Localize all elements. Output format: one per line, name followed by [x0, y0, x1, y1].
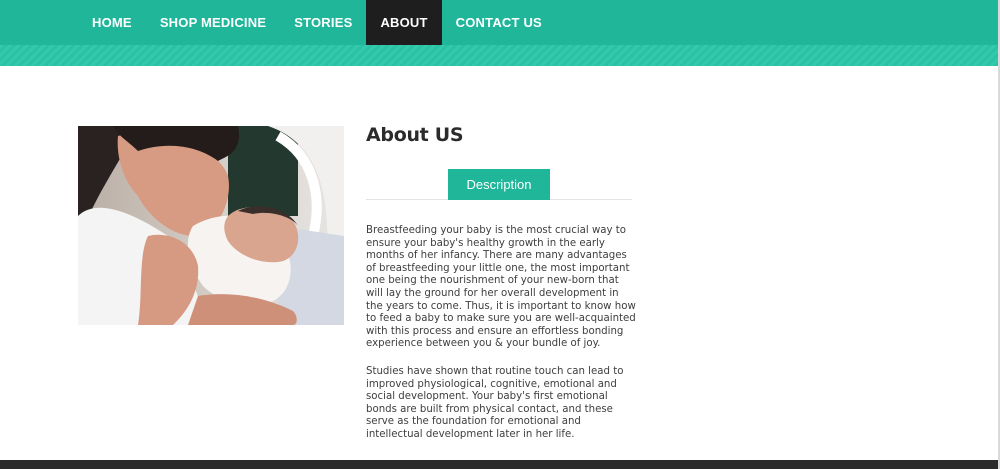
nav-about[interactable]: ABOUT	[366, 0, 442, 45]
header-stripe	[0, 45, 1000, 66]
page-title: About US	[366, 124, 464, 146]
nav-shop-medicine[interactable]: SHOP MEDICINE	[146, 0, 280, 45]
nav-home[interactable]: HOME	[78, 0, 146, 45]
description-paragraph-2: Studies have shown that routine touch ca…	[366, 366, 624, 440]
mother-baby-photo	[78, 126, 344, 325]
description-paragraph-1: Breastfeeding your baby is the most cruc…	[366, 225, 636, 350]
tab-description[interactable]: Description	[448, 169, 550, 200]
nav-contact-us[interactable]: CONTACT US	[442, 0, 556, 45]
footer-bar	[0, 460, 1000, 469]
nav-stories[interactable]: STORIES	[280, 0, 366, 45]
main-nav: HOME SHOP MEDICINE STORIES ABOUT CONTACT…	[78, 0, 556, 45]
